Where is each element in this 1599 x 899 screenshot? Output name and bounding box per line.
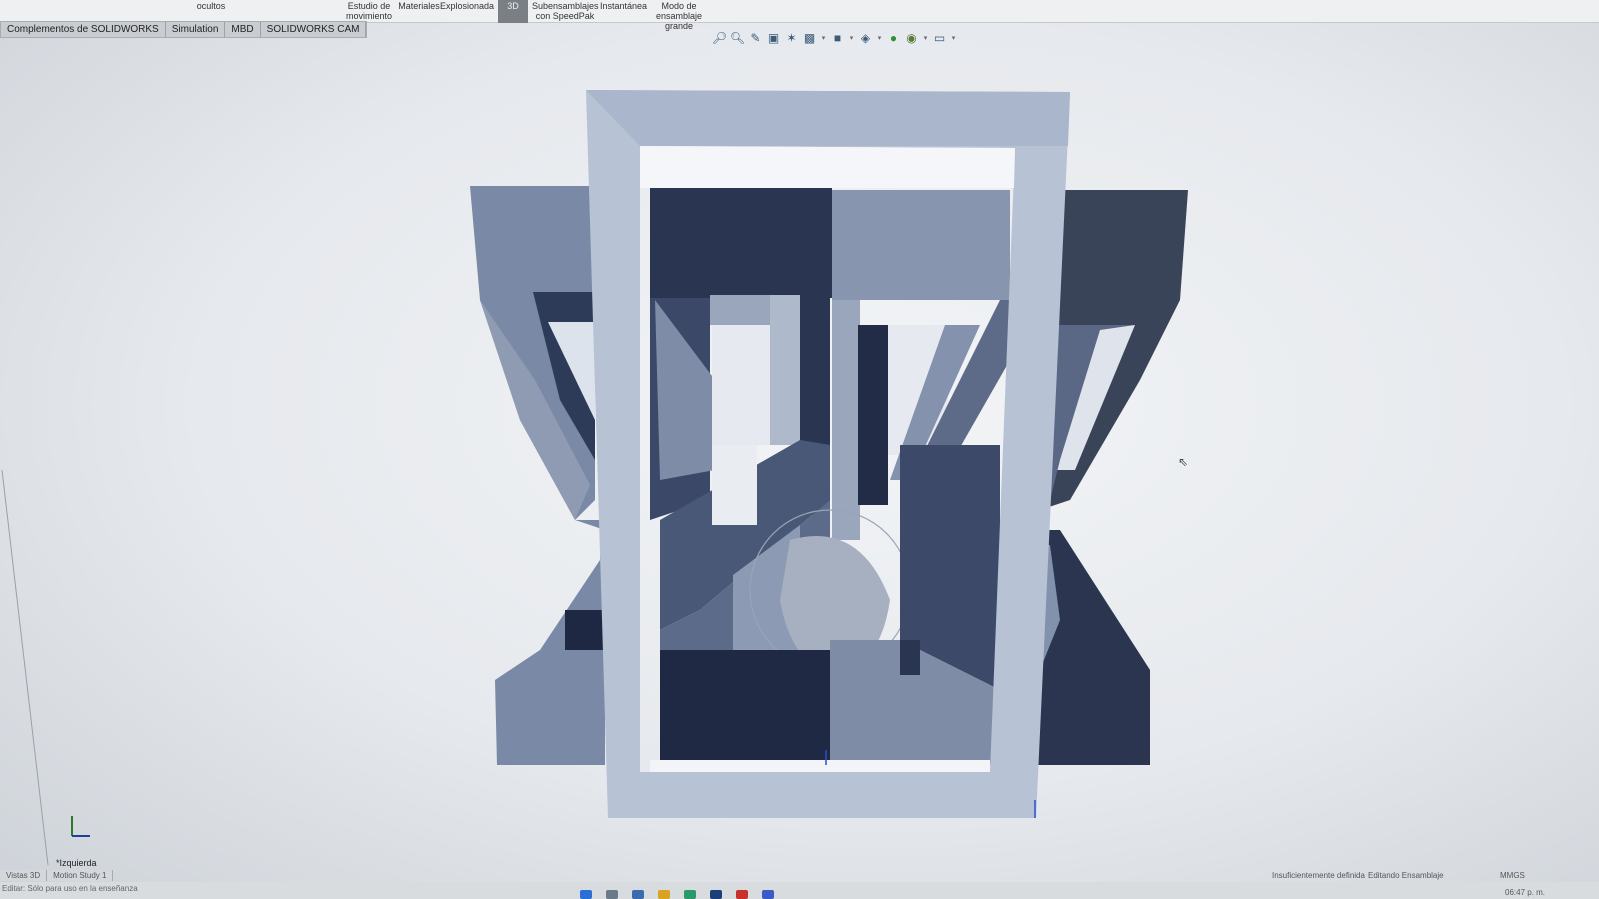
status-units[interactable]: MMGS	[1500, 871, 1525, 880]
mouse-cursor-icon: ⇖	[1178, 455, 1189, 469]
search-icon[interactable]	[606, 890, 618, 899]
file-explorer-icon[interactable]	[658, 890, 670, 899]
solidworks-window: ocultos Estudio de movimiento Materiales…	[0, 0, 1599, 899]
status-time: 06:47 p. m.	[1505, 888, 1546, 897]
app-icon[interactable]	[710, 890, 722, 899]
tab-motion-study[interactable]: Motion Study 1	[47, 870, 114, 881]
bottom-tabs: Vistas 3D Motion Study 1	[0, 870, 114, 881]
status-editing: Editando Ensamblaje	[1368, 871, 1444, 880]
status-message: Editar: Sólo para uso en la enseñanza	[2, 884, 138, 893]
graphics-area[interactable]	[0, 0, 1599, 899]
reference-triad	[71, 816, 90, 837]
model-interior	[650, 188, 1010, 765]
solidworks-icon[interactable]	[736, 890, 748, 899]
model-left-arm	[470, 186, 605, 765]
windows-start-icon[interactable]	[580, 890, 592, 899]
tab-3d-views[interactable]: Vistas 3D	[0, 870, 48, 881]
edge-browser-icon[interactable]	[684, 890, 696, 899]
teams-icon[interactable]	[762, 890, 774, 899]
task-view-icon[interactable]	[632, 890, 644, 899]
status-bar: Editar: Sólo para uso en la enseñanza In…	[0, 871, 1599, 899]
view-name-label: *Izquierda	[56, 858, 97, 868]
taskbar	[580, 890, 774, 899]
status-definition: Insuficientemente definida	[1272, 871, 1365, 880]
